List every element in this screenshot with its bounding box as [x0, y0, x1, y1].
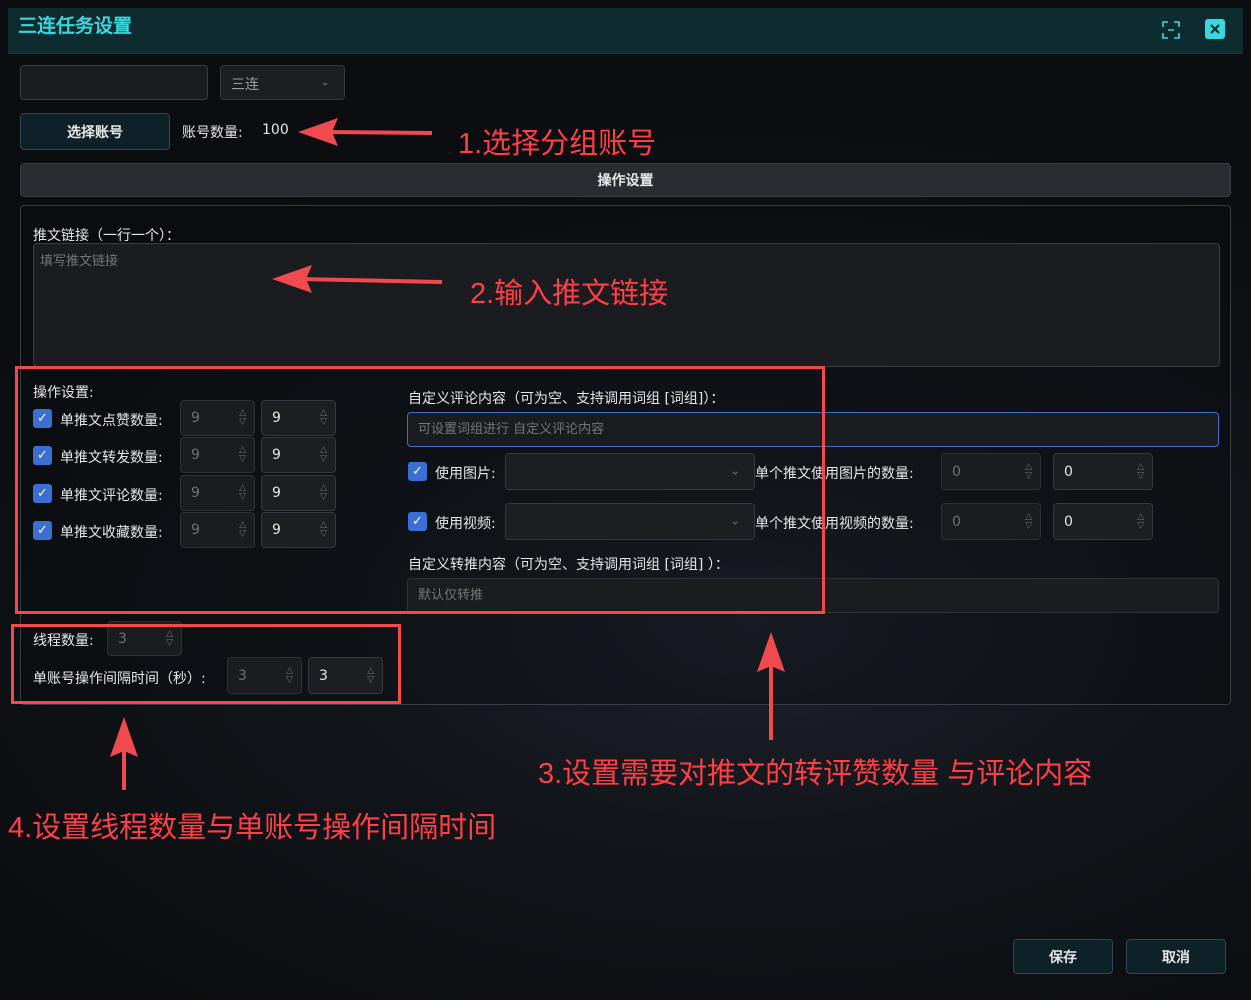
annotation-step-2: 2.输入推文链接	[470, 278, 669, 310]
annotation-step-1: 1.选择分组账号	[458, 128, 657, 160]
annotation-step-4: 4.设置线程数量与单账号操作间隔时间	[8, 812, 497, 844]
annotation-step-3: 3.设置需要对推文的转评赞数量 与评论内容	[538, 758, 1093, 790]
